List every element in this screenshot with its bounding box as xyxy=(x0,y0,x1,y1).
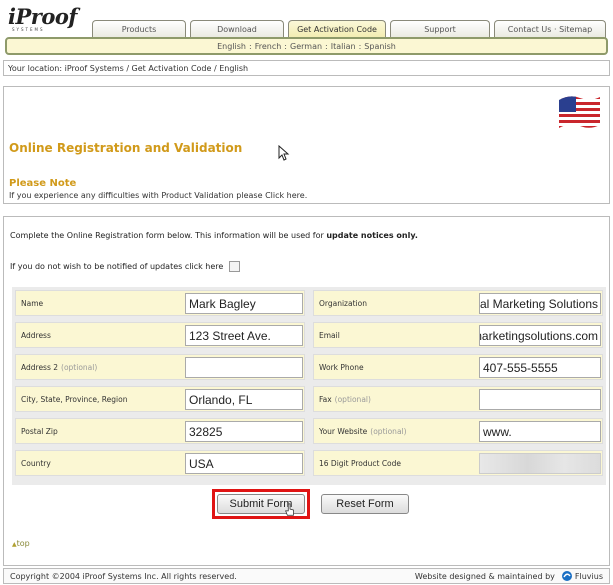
intro-text: Complete the Online Registration form be… xyxy=(10,231,324,240)
footer-credit: Website designed & maintained by Fluvius xyxy=(415,570,603,582)
label-text: City, State, Province, Region xyxy=(21,394,128,404)
label-text: Organization xyxy=(319,298,367,308)
label-text: Address xyxy=(21,330,51,340)
work-phone-input[interactable]: 407-555-5555 xyxy=(479,357,601,378)
lang-french[interactable]: French xyxy=(255,42,282,51)
registration-form: Complete the Online Registration form be… xyxy=(3,216,610,566)
copyright-text: Copyright ©2004 iProof Systems Inc. All … xyxy=(10,571,237,581)
tab-label: Get Activation Code xyxy=(297,25,377,34)
note-body: If you experience any difficulties with … xyxy=(9,191,263,200)
tab-label: Download xyxy=(217,25,257,34)
lang-english[interactable]: English xyxy=(217,42,246,51)
country-input[interactable]: USA xyxy=(185,453,303,474)
page-title: Online Registration and Validation xyxy=(9,141,243,155)
organization-input[interactable]: gital Marketing Solutions xyxy=(479,293,601,314)
website-input[interactable]: www. xyxy=(479,421,601,442)
breadcrumb: Your location: iProof Systems / Get Acti… xyxy=(3,60,610,76)
form-intro: Complete the Online Registration form be… xyxy=(10,231,418,240)
form-grid: Name Mark Bagley Organization gital Mark… xyxy=(12,287,606,485)
registration-header: Online Registration and Validation Pleas… xyxy=(3,86,610,204)
city-input[interactable]: Orlando, FL xyxy=(185,389,303,410)
optout-row: If you do not wish to be notified of upd… xyxy=(10,261,241,272)
name-input[interactable]: Mark Bagley xyxy=(185,293,303,314)
label-text: Country xyxy=(21,458,51,468)
us-flag-icon[interactable] xyxy=(556,92,602,132)
optout-label: If you do not wish to be notified of upd… xyxy=(10,262,224,271)
footer: Copyright ©2004 iProof Systems Inc. All … xyxy=(3,568,610,584)
optout-checkbox[interactable] xyxy=(229,261,241,272)
hand-cursor-icon xyxy=(285,503,294,516)
lang-italian[interactable]: Italian xyxy=(331,42,356,51)
tab-download[interactable]: Download xyxy=(190,20,284,38)
label-text: Your Website xyxy=(319,426,368,436)
tab-label: Support xyxy=(424,25,456,34)
credit-text: Website designed & maintained by xyxy=(414,571,555,581)
back-to-top-link[interactable]: ▲top xyxy=(12,539,30,548)
optional-hint: (optional) xyxy=(61,362,98,372)
top-link-label: top xyxy=(16,539,30,548)
address-input[interactable]: 123 Street Ave. xyxy=(185,325,303,346)
tab-label: Contact Us · Sitemap xyxy=(507,25,593,34)
lang-separator: : xyxy=(284,41,287,51)
optional-hint: (optional) xyxy=(334,394,371,404)
address2-input[interactable] xyxy=(185,357,303,378)
product-code-input[interactable] xyxy=(479,453,601,474)
optional-hint: (optional) xyxy=(370,426,407,436)
postal-zip-input[interactable]: 32825 xyxy=(185,421,303,442)
fluvius-logo[interactable]: Fluvius xyxy=(561,570,603,582)
label-text: Name xyxy=(21,298,44,308)
intro-bold: update notices only. xyxy=(326,231,418,240)
breadcrumb-path[interactable]: iProof Systems / Get Activation Code / E… xyxy=(65,64,249,73)
email-input[interactable]: marketingsolutions.com xyxy=(479,325,601,346)
lang-spanish[interactable]: Spanish xyxy=(364,42,396,51)
lang-german[interactable]: German xyxy=(290,42,322,51)
label-text: Address 2 xyxy=(21,362,59,372)
lang-separator: : xyxy=(249,41,252,51)
tab-contact-sitemap[interactable]: Contact Us · Sitemap xyxy=(494,20,606,38)
lang-separator: : xyxy=(358,41,362,51)
tab-label: Products xyxy=(121,25,157,34)
note-text: If you experience any difficulties with … xyxy=(9,191,307,200)
mouse-cursor-icon xyxy=(278,145,290,161)
label-text: Postal Zip xyxy=(21,426,58,436)
label-text: Work Phone xyxy=(319,362,364,372)
note-title: Please Note xyxy=(9,178,77,189)
fluvius-brand: Fluvius xyxy=(574,571,603,581)
fax-input[interactable] xyxy=(479,389,601,410)
breadcrumb-label: Your location: xyxy=(8,63,63,73)
iproof-logo[interactable]: iProof SYSTEMS xyxy=(8,4,88,34)
lang-separator: : xyxy=(325,41,328,51)
tab-get-activation-code[interactable]: Get Activation Code xyxy=(288,20,386,38)
label-text: 16 Digit Product Code xyxy=(319,458,402,468)
label-text: Email xyxy=(319,330,340,340)
reset-form-button[interactable]: Reset Form xyxy=(321,494,409,514)
tab-support[interactable]: Support xyxy=(390,20,490,38)
logo-text: iProof xyxy=(8,4,77,29)
tab-products[interactable]: Products xyxy=(92,20,186,38)
help-link[interactable]: Click here. xyxy=(265,191,307,200)
language-bar: English : French : German : Italian : Sp… xyxy=(5,37,608,55)
label-text: Fax xyxy=(319,394,332,404)
fluvius-swirl-icon xyxy=(561,571,572,581)
logo-subtitle: SYSTEMS xyxy=(12,27,45,32)
